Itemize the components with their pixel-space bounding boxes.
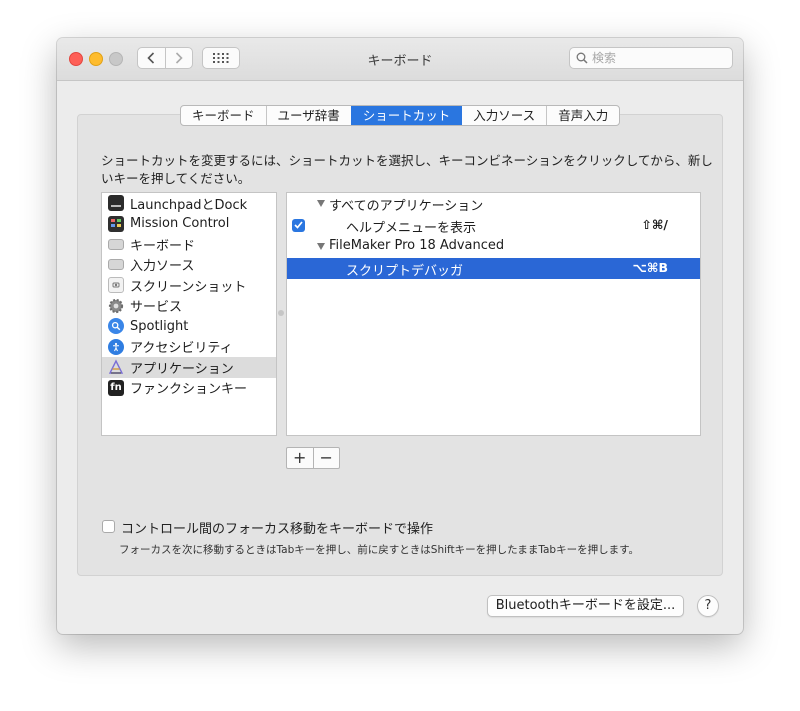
category-item-spotlight[interactable]: Spotlight <box>102 316 276 337</box>
category-label: Spotlight <box>130 318 189 334</box>
help-button[interactable]: ? <box>697 595 719 617</box>
shortcut-label: スクリプトデバッガ <box>346 263 464 279</box>
shortcut-group-filemaker[interactable]: FileMaker Pro 18 Advanced <box>287 236 700 258</box>
fn-key-icon: fn <box>108 379 124 396</box>
tab-input-sources[interactable]: 入力ソース <box>461 106 546 125</box>
shortcut-group-all-applications[interactable]: すべてのアプリケーション <box>287 193 700 215</box>
category-label: アクセシビリティ <box>130 341 233 357</box>
title-bar: キーボード <box>57 38 743 81</box>
category-label: Mission Control <box>130 216 230 232</box>
shortcut-key-combo[interactable]: ⇧⌘/ <box>641 217 668 232</box>
spotlight-icon <box>108 318 124 335</box>
category-label: 入力ソース <box>130 259 195 275</box>
search-field[interactable] <box>569 47 733 69</box>
category-label: キーボード <box>130 238 196 254</box>
keyboard-icon <box>108 238 124 250</box>
shortcut-key-combo[interactable]: ⌥⌘B <box>632 260 668 275</box>
search-input[interactable] <box>592 50 728 66</box>
shortcut-row-show-help-menu[interactable]: ヘルプメニューを表示 ⇧⌘/ <box>287 215 700 237</box>
shortcut-list: すべてのアプリケーション ヘルプメニューを表示 ⇧⌘/ FileMaker Pr… <box>286 192 701 436</box>
disclosure-triangle-icon[interactable] <box>317 200 325 207</box>
category-label: スクリーンショット <box>130 279 247 295</box>
category-item-mission-control[interactable]: Mission Control <box>102 214 276 235</box>
category-item-applications[interactable]: アプリケーション <box>102 357 276 378</box>
category-label: サービス <box>130 300 183 316</box>
launchpad-dock-icon <box>108 195 124 212</box>
shortcut-enabled-checkbox[interactable] <box>292 218 305 232</box>
add-remove-buttons: + − <box>286 447 340 469</box>
category-label: アプリケーション <box>130 361 234 377</box>
category-item-accessibility[interactable]: アクセシビリティ <box>102 337 276 358</box>
gear-icon <box>108 298 124 314</box>
category-item-keyboard[interactable]: キーボード <box>102 234 276 255</box>
screenshot-icon <box>108 277 124 294</box>
shortcut-row-script-debugger[interactable]: スクリプトデバッガ ⌥⌘B <box>287 257 700 279</box>
category-item-screenshots[interactable]: スクリーンショット <box>102 275 276 296</box>
remove-shortcut-button[interactable]: − <box>312 448 340 468</box>
category-item-input-sources[interactable]: 入力ソース <box>102 255 276 276</box>
category-item-function-keys[interactable]: fn ファンクションキー <box>102 378 276 399</box>
setup-bluetooth-keyboard-button[interactable]: Bluetoothキーボードを設定... <box>487 595 684 617</box>
tab-keyboard[interactable]: キーボード <box>181 106 266 125</box>
category-list: LaunchpadとDock Mission Control キーボード 入力ソ… <box>101 192 277 436</box>
input-source-icon <box>108 259 124 271</box>
checkmark-icon <box>294 221 303 229</box>
category-item-services[interactable]: サービス <box>102 296 276 317</box>
keyboard-navigation-label[interactable]: コントロール間のフォーカス移動をキーボードで操作 <box>121 518 433 537</box>
tab-shortcuts[interactable]: ショートカット <box>350 106 462 125</box>
accessibility-icon <box>108 338 124 355</box>
tab-dictation[interactable]: 音声入力 <box>546 106 619 125</box>
search-icon <box>576 52 588 64</box>
disclosure-triangle-icon[interactable] <box>317 243 325 250</box>
keyboard-preferences-window: キーボード キーボード ユーザ辞書 ショートカット 入力ソース 音声入力 ショー… <box>57 38 743 634</box>
category-label: LaunchpadとDock <box>130 197 248 213</box>
instructions-text: ショートカットを変更するには、ショートカットを選択し、キーコンビネーションをクリ… <box>101 153 713 186</box>
keyboard-navigation-note: フォーカスを次に移動するときはTabキーを押し、前に戻すときはShiftキーを押… <box>119 544 640 556</box>
applications-icon <box>108 359 124 375</box>
keyboard-navigation-checkbox[interactable] <box>102 520 115 533</box>
tab-bar: キーボード ユーザ辞書 ショートカット 入力ソース 音声入力 <box>180 105 621 126</box>
category-item-launchpad-dock[interactable]: LaunchpadとDock <box>102 193 276 214</box>
add-shortcut-button[interactable]: + <box>287 448 313 468</box>
shortcut-label: ヘルプメニューを表示 <box>346 220 477 236</box>
category-label: ファンクションキー <box>130 382 248 398</box>
group-label: すべてのアプリケーション <box>329 199 484 214</box>
mission-control-icon <box>108 215 124 232</box>
tab-user-dictionary[interactable]: ユーザ辞書 <box>265 106 351 125</box>
group-label: FileMaker Pro 18 Advanced <box>329 238 505 253</box>
split-view-divider[interactable] <box>278 310 284 316</box>
